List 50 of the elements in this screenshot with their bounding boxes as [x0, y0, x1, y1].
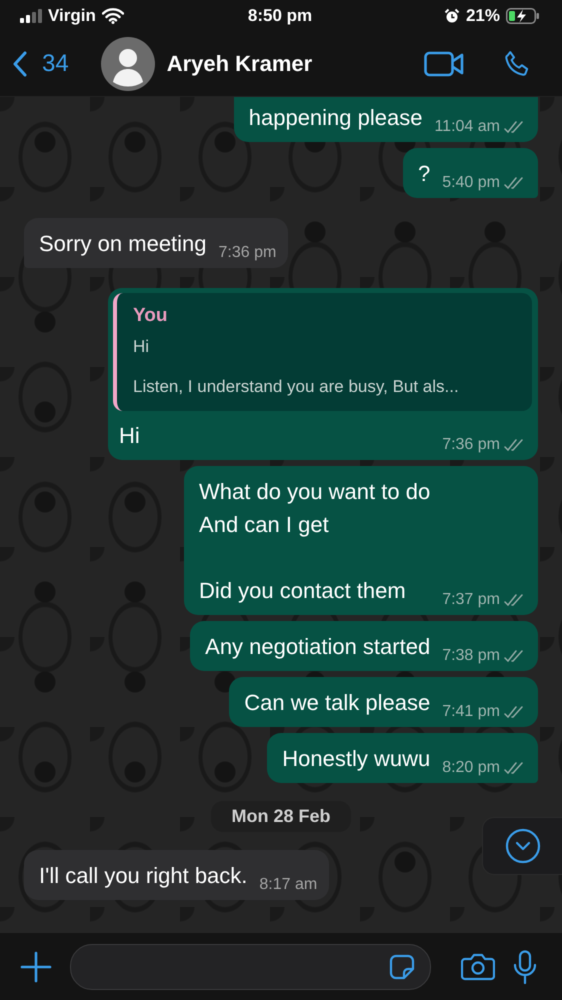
message-bubble[interactable]: Sorry on meeting 7:36 pm: [24, 218, 288, 268]
message-bubble[interactable]: Any negotiation started 7:38 pm: [190, 621, 538, 671]
message-time: 7:37 pm: [442, 591, 500, 609]
unread-count: 34: [42, 50, 69, 78]
avatar-icon[interactable]: [100, 37, 155, 91]
date-chip: Mon 28 Feb: [211, 801, 350, 832]
message-time: 8:17 am: [259, 876, 318, 894]
video-call-icon[interactable]: [424, 51, 464, 77]
battery-percent: 21%: [466, 6, 500, 26]
message-time: 7:38 pm: [442, 647, 500, 665]
back-chevron-icon: [12, 51, 28, 77]
message-text: Hi: [119, 422, 140, 450]
message-time: 8:20 pm: [442, 759, 500, 777]
quote-text: Hi Listen, I understand you are busy, But als...: [133, 337, 460, 397]
message-time: 7:36 pm: [442, 436, 500, 454]
message-bubble[interactable]: You Hi Listen, I understand you are busy, But als... Hi 7:36 pm: [108, 288, 538, 460]
message-bubble[interactable]: I'll call you right back. 8:17 am: [24, 850, 330, 900]
message-text: ?: [418, 160, 430, 188]
scroll-down-button[interactable]: [482, 817, 562, 875]
wifi-icon: [102, 8, 124, 24]
message-text: I'll call you right back.: [39, 862, 248, 890]
alarm-icon: [444, 8, 460, 24]
contact-name[interactable]: Aryeh Kramer: [166, 51, 424, 77]
quote-author: You: [133, 305, 168, 327]
plus-icon[interactable]: [20, 950, 52, 982]
message-bubble[interactable]: Honestly wuwu 8:20 pm: [267, 733, 538, 783]
message-input-field[interactable]: [70, 944, 431, 990]
message-time: 7:41 pm: [442, 703, 500, 721]
microphone-icon[interactable]: [513, 950, 537, 984]
message-time: 5:40 pm: [442, 174, 500, 192]
message-text: Can we talk please: [244, 689, 430, 717]
message-bubble[interactable]: What do you want to do And can I get Did you contact them 7:37 pm: [184, 466, 538, 615]
signal-icon: [20, 9, 42, 23]
chevron-down-circle-icon: [504, 828, 540, 864]
message-time: 7:36 pm: [218, 244, 276, 262]
message-text: What do you want to do And can I get Did you contact them: [199, 478, 430, 605]
message-text: Any negotiation started: [205, 633, 430, 661]
carrier-name: Virgin: [48, 6, 96, 26]
quoted-message[interactable]: You Hi Listen, I understand you are busy, But als...: [113, 293, 532, 411]
message-text: happening please: [248, 104, 422, 132]
clock-time: 8:50 pm: [248, 6, 312, 26]
message-bubble[interactable]: ? 5:40 pm: [402, 148, 538, 198]
message-bubble[interactable]: Can we talk please 7:41 pm: [229, 677, 538, 727]
message-time: 11:04 am: [434, 118, 500, 136]
message-bubble[interactable]: happening please 11:04 am: [234, 97, 538, 142]
sticker-icon[interactable]: [388, 952, 416, 980]
camera-icon[interactable]: [461, 952, 495, 980]
message-text: Honestly wuwu: [282, 745, 430, 773]
back-button[interactable]: 34: [12, 50, 69, 78]
message-text: Sorry on meeting: [39, 230, 207, 258]
